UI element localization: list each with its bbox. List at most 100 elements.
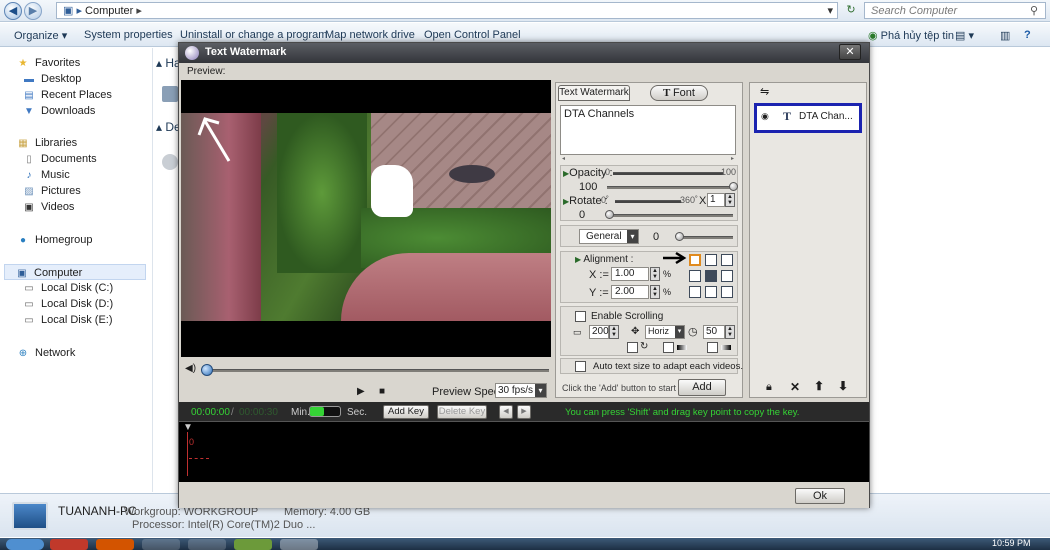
stop-button[interactable]: ■ — [379, 386, 385, 397]
fade-in-checkbox[interactable] — [663, 342, 674, 353]
system-properties-button[interactable]: System properties — [84, 29, 173, 41]
y-spinner[interactable]: ▲ ▼ — [650, 285, 660, 299]
zoom-slider[interactable] — [309, 406, 341, 417]
move-up-icon[interactable]: ⬆ — [814, 379, 824, 393]
y-position-input[interactable]: 2.00 — [611, 285, 649, 299]
align-bottom-right-button[interactable] — [721, 286, 733, 298]
chevron-down-icon[interactable]: ▾ — [535, 384, 546, 397]
align-top-right-button[interactable] — [721, 254, 733, 266]
auto-text-size-checkbox[interactable] — [575, 361, 586, 372]
x-spinner[interactable]: ▲ ▼ — [650, 267, 660, 281]
taskbar-app-5[interactable] — [234, 539, 272, 550]
blend-slider[interactable] — [677, 236, 733, 239]
scroll-width-spinner[interactable]: ▲ ▼ — [609, 325, 619, 339]
chevron-down-icon[interactable]: ▾ — [675, 326, 684, 338]
nav-homegroup[interactable]: ● Homegroup — [16, 232, 93, 248]
ok-button[interactable]: Ok — [795, 488, 845, 504]
delete-key-button[interactable]: Delete Key — [437, 405, 487, 419]
address-dropdown-icon[interactable]: ▾ — [827, 4, 833, 18]
organize-button[interactable]: Organize ▾ — [14, 29, 67, 42]
scroll-speed-input[interactable]: 50 — [703, 325, 725, 339]
play-button[interactable]: ▶ — [357, 386, 365, 397]
scroll-speed-spinner[interactable]: ▲ ▼ — [725, 325, 735, 339]
blend-knob[interactable] — [675, 232, 684, 241]
align-bottom-center-button[interactable] — [705, 286, 717, 298]
x-position-input[interactable]: 1.00 — [611, 267, 649, 281]
nav-disk-d[interactable]: ▭ Local Disk (D:) — [22, 296, 113, 312]
lock-icon[interactable]: 🔒︎ — [766, 381, 772, 394]
watermark-text-input[interactable]: DTA Channels — [560, 105, 736, 155]
delete-layer-icon[interactable]: ✕ — [790, 380, 800, 394]
taskbar-app-2[interactable] — [96, 539, 134, 550]
opacity-track[interactable] — [613, 172, 723, 175]
add-button[interactable]: Add — [678, 379, 726, 396]
visibility-eye-icon[interactable]: ◉ — [761, 111, 769, 122]
nav-music[interactable]: ♪ Music — [22, 167, 70, 183]
nav-network[interactable]: ⊕ Network — [16, 345, 76, 361]
fade-out-checkbox[interactable] — [707, 342, 718, 353]
taskbar-app-1[interactable] — [50, 539, 88, 550]
refresh-icon[interactable]: ↻ — [842, 2, 860, 19]
taskbar-app-6[interactable] — [280, 539, 318, 550]
nav-disk-e[interactable]: ▭ Local Disk (E:) — [22, 312, 112, 328]
nav-computer[interactable]: ▣ Computer — [4, 264, 146, 280]
align-bottom-left-button[interactable] — [689, 286, 701, 298]
enable-scrolling-checkbox[interactable] — [575, 311, 586, 322]
opacity-knob[interactable] — [729, 182, 738, 191]
nav-documents[interactable]: ▯ Documents — [22, 151, 96, 167]
dvd-drive-icon[interactable] — [162, 154, 178, 170]
back-button[interactable]: ◀ — [4, 2, 22, 20]
nav-disk-c[interactable]: ▭ Local Disk (C:) — [22, 280, 113, 296]
align-top-center-button[interactable] — [705, 254, 717, 266]
move-down-icon[interactable]: ⬇ — [838, 379, 848, 393]
preview-pane-icon[interactable]: ▥ — [1000, 29, 1010, 42]
nav-downloads[interactable]: ▼ Downloads — [22, 103, 95, 119]
nav-recent[interactable]: ▤ Recent Places — [22, 87, 112, 103]
rotate-knob[interactable] — [605, 210, 614, 219]
nav-libraries[interactable]: ▦ Libraries — [16, 135, 77, 151]
nav-favorites[interactable]: ★ Favorites — [16, 55, 81, 71]
close-button[interactable]: ✕ — [839, 44, 861, 60]
playhead-line — [187, 432, 188, 476]
nav-desktop[interactable]: ▬ Desktop — [22, 71, 81, 87]
rotate-multiplier-input[interactable]: 1 — [707, 193, 725, 207]
search-icon[interactable]: ⚲ — [1030, 4, 1038, 17]
prev-key-button[interactable]: ◀ — [499, 405, 513, 419]
forward-button[interactable]: ▶ — [24, 2, 42, 20]
search-input[interactable]: Search Computer — [864, 2, 1046, 19]
views-icon[interactable]: ▤ ▾ — [955, 29, 974, 42]
seek-bar[interactable] — [203, 369, 549, 372]
next-key-button[interactable]: ▶ — [517, 405, 531, 419]
align-middle-left-button[interactable] — [689, 270, 701, 282]
align-top-left-button[interactable] — [689, 254, 701, 266]
opacity-slider[interactable] — [607, 186, 733, 189]
seek-knob[interactable] — [201, 364, 213, 376]
scroll-width-input[interactable]: 200 — [589, 325, 609, 339]
rotate-multiplier-spinner[interactable]: ▲ ▼ — [725, 193, 735, 207]
align-middle-right-button[interactable] — [721, 270, 733, 282]
uninstall-program-button[interactable]: Uninstall or change a program — [180, 29, 327, 41]
address-bar-area: ◀ ▶ ▣ ▸ Computer ▸ ▾ ↻ Search Computer ⚲ — [0, 0, 1050, 22]
start-button[interactable] — [6, 539, 44, 550]
text-scrollbar[interactable]: ◂ ▸ — [562, 155, 734, 162]
add-key-button[interactable]: Add Key — [383, 405, 429, 419]
taskbar-app-3[interactable] — [142, 539, 180, 550]
shred-file-button[interactable]: ◉ Phá hủy tệp tin — [868, 29, 954, 42]
rotate-slider[interactable] — [607, 214, 733, 217]
volume-icon[interactable]: ◀) — [185, 363, 196, 374]
help-icon[interactable]: ? — [1024, 29, 1031, 41]
chevron-down-icon[interactable]: ▾ — [627, 230, 638, 243]
align-center-button[interactable] — [705, 270, 717, 282]
layer-item[interactable]: ◉ T DTA Chan... — [754, 103, 862, 133]
tab-text-watermark[interactable]: Text Watermark — [558, 85, 630, 101]
map-network-drive-button[interactable]: Map network drive — [325, 29, 415, 41]
loop-checkbox[interactable] — [627, 342, 638, 353]
nav-pictures[interactable]: ▨ Pictures — [22, 183, 80, 199]
drive-icon[interactable] — [162, 86, 178, 102]
rotate-track[interactable] — [615, 200, 681, 203]
tab-font[interactable]: T Font — [650, 85, 708, 101]
address-field[interactable]: ▣ ▸ Computer ▸ ▾ — [56, 2, 838, 19]
open-control-panel-button[interactable]: Open Control Panel — [424, 29, 521, 41]
nav-videos[interactable]: ▣ Videos — [22, 199, 74, 215]
taskbar-app-4[interactable] — [188, 539, 226, 550]
